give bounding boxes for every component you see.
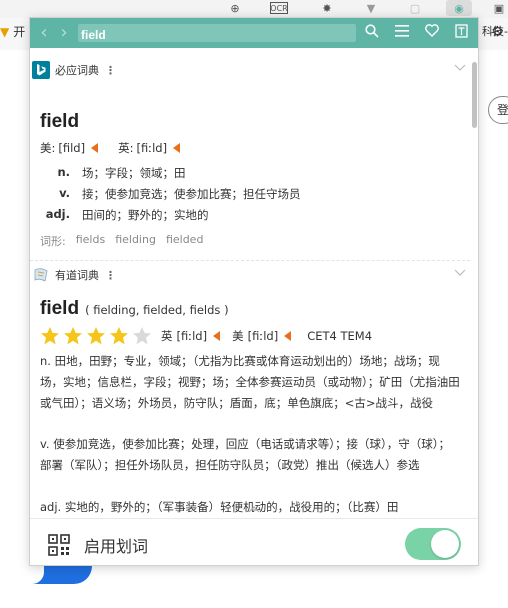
star-filled-icon xyxy=(87,327,105,345)
search-box[interactable] xyxy=(78,24,356,44)
uk-speaker-icon[interactable] xyxy=(173,143,181,153)
extension-puzzle-icon[interactable]: ▢ xyxy=(402,0,428,16)
def-text: 接；使参加竞选；使参加比赛；担任守场员 xyxy=(82,187,301,201)
extension-arrow-icon[interactable]: ▼ xyxy=(358,0,384,16)
enable-selection-label: 启用划词 xyxy=(84,537,149,556)
toggle-knob[interactable] xyxy=(431,530,459,558)
extension-add-icon[interactable]: ⊕ xyxy=(222,0,248,16)
youdao-headword: field xyxy=(40,298,80,319)
extension-ocr-icon[interactable]: OCR xyxy=(270,2,288,14)
bing-def-row: n. 场；字段；领域；田 xyxy=(30,165,186,181)
popup-bottom-bar: 启用划词 xyxy=(30,518,478,565)
uk-label: 英 xyxy=(161,329,173,343)
def-text: 场；字段；领域；田 xyxy=(82,166,186,180)
section-divider xyxy=(30,260,470,261)
bing-def-row: v. 接；使参加竞选；使参加比赛；担任守场员 xyxy=(30,186,301,202)
star-filled-icon xyxy=(110,327,128,345)
bookmark-item[interactable]: ▼ 开 xyxy=(0,23,25,40)
star-filled-icon xyxy=(64,327,82,345)
youdao-def-verb: v. 使参加竞选，使参加比赛；处理，回应（电话或请求等）；接（球），守（球）；部… xyxy=(40,437,450,472)
login-button[interactable]: 登 xyxy=(488,96,508,124)
bing-def-row: adj. 田间的；野外的；实地的 xyxy=(30,207,209,223)
bing-logo-icon xyxy=(32,61,50,79)
youdao-star-rating xyxy=(40,326,152,346)
word-form[interactable]: fielded xyxy=(166,233,204,249)
def-text: 田间的；野外的；实地的 xyxy=(82,208,209,222)
heart-icon[interactable] xyxy=(423,24,441,42)
def-pos: v. xyxy=(59,186,70,200)
dictionary-popup: ‹ › 必应词典 ⋮ field xyxy=(29,17,479,566)
popup-content[interactable]: 必应词典 ⋮ field 美: [fild] 英: [fiːld] n. 场；字… xyxy=(30,48,478,518)
bing-phonetics: 美: [fild] 英: [fiːld] xyxy=(40,140,186,156)
def-pos: n. xyxy=(57,165,70,179)
extension-more-icon[interactable]: ▣ xyxy=(486,0,508,16)
bing-headword: field xyxy=(40,111,80,132)
forms-label: 词形: xyxy=(40,235,66,248)
youdao-inflections: ( fielding, fielded, fields ) xyxy=(85,303,229,317)
star-empty-icon xyxy=(133,327,151,345)
browser-toolbar: ⊕ OCR ✸ ▼ ▢ ◉ ▣ xyxy=(0,0,508,18)
search-input[interactable] xyxy=(78,26,356,44)
gear-icon[interactable]: ⚙ xyxy=(491,24,504,40)
bookmark-icon: ▼ xyxy=(0,24,10,39)
bing-word-forms: 词形: fields fielding fielded xyxy=(40,233,203,249)
youdao-dict-name: 有道词典 xyxy=(55,269,99,282)
uk-label: 英: xyxy=(118,141,134,155)
pin-icon[interactable] xyxy=(452,24,470,42)
us-label: 美: xyxy=(40,141,56,155)
exam-tags: CET4 TEM4 xyxy=(307,329,373,343)
word-form[interactable]: fielding xyxy=(115,233,156,249)
youdao-more-icon[interactable]: ⋮ xyxy=(105,269,116,282)
word-form[interactable]: fields xyxy=(76,233,105,249)
youdao-logo-icon xyxy=(32,266,50,284)
def-pos: adj. xyxy=(45,207,70,221)
popup-scrollbar[interactable] xyxy=(471,48,478,518)
bing-section-header[interactable]: 必应词典 ⋮ xyxy=(30,59,470,81)
us-phonetic: [fild] xyxy=(58,141,86,155)
youdao-phonetics: 英 [fiːld] 美 [fiːld] CET4 TEM4 xyxy=(161,328,372,344)
youdao-section-header[interactable]: 有道词典 ⋮ xyxy=(30,264,470,286)
star-filled-icon xyxy=(41,327,59,345)
youdao-def-noun: n. 田地，田野；专业，领域；（尤指为比赛或体育运动划出的）场地；战场；现场，实… xyxy=(40,354,460,410)
uk-phonetic: [fiːld] xyxy=(176,329,208,343)
scrollbar-thumb[interactable] xyxy=(472,62,477,128)
us-label: 美 xyxy=(232,329,244,343)
qr-code-icon[interactable] xyxy=(48,534,70,556)
menu-icon[interactable] xyxy=(393,24,411,42)
forward-arrow-icon[interactable]: › xyxy=(56,23,72,43)
back-arrow-icon[interactable]: ‹ xyxy=(36,23,52,43)
extension-dictionary-icon[interactable]: ◉ xyxy=(446,0,472,16)
bing-more-icon[interactable]: ⋮ xyxy=(105,64,116,77)
youdao-collapse-chevron-icon[interactable] xyxy=(454,266,466,280)
bing-dict-name: 必应词典 xyxy=(55,64,99,77)
bing-collapse-chevron-icon[interactable] xyxy=(454,61,466,75)
expand-chevron-up-icon[interactable] xyxy=(248,505,260,516)
us-phonetic: [fiːld] xyxy=(247,329,279,343)
youdao-headword-row: field ( fielding, fielded, fields ) xyxy=(40,298,229,320)
bookmark-label: 开 xyxy=(13,25,26,39)
search-icon[interactable] xyxy=(363,24,381,42)
us-speaker-icon[interactable] xyxy=(284,331,292,341)
enable-selection-toggle[interactable] xyxy=(405,528,461,560)
us-speaker-icon[interactable] xyxy=(91,143,99,153)
uk-phonetic: [fiːld] xyxy=(136,141,168,155)
extension-cat-icon[interactable]: ✸ xyxy=(314,0,340,16)
uk-speaker-icon[interactable] xyxy=(213,331,221,341)
popup-topbar: ‹ › xyxy=(30,18,478,48)
